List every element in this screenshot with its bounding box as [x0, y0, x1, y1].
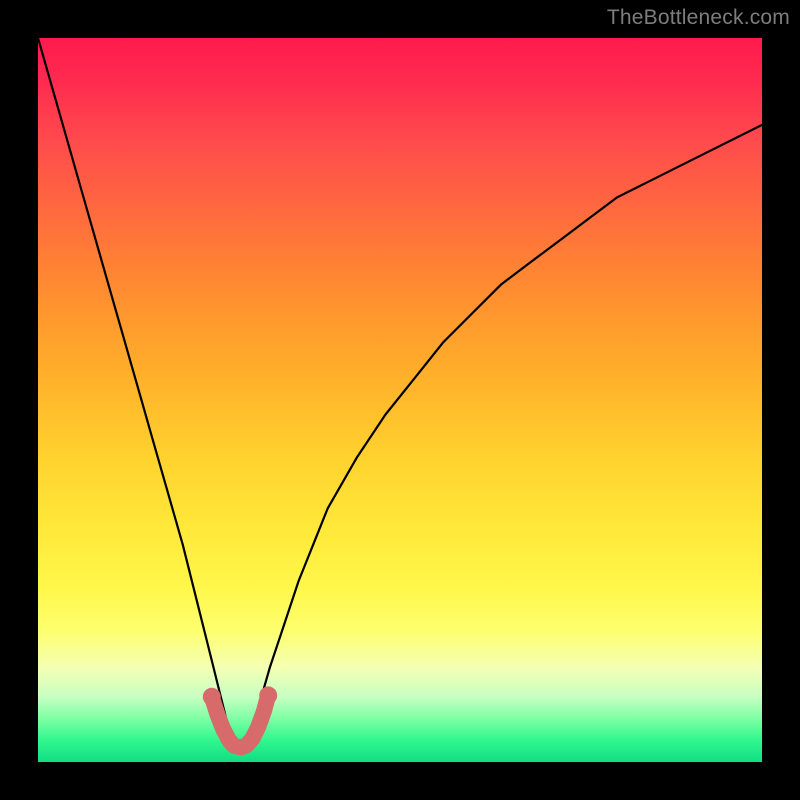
optimal-range-highlight [212, 695, 268, 747]
highlight-dot [257, 704, 271, 718]
bottleneck-curve [38, 38, 762, 748]
curve-svg [38, 38, 762, 762]
highlight-dot [203, 688, 221, 706]
highlight-dot [211, 708, 225, 722]
watermark-text: TheBottleneck.com [607, 6, 790, 30]
highlight-dot [259, 686, 277, 704]
chart-frame: TheBottleneck.com [0, 0, 800, 800]
plot-area [38, 38, 762, 762]
